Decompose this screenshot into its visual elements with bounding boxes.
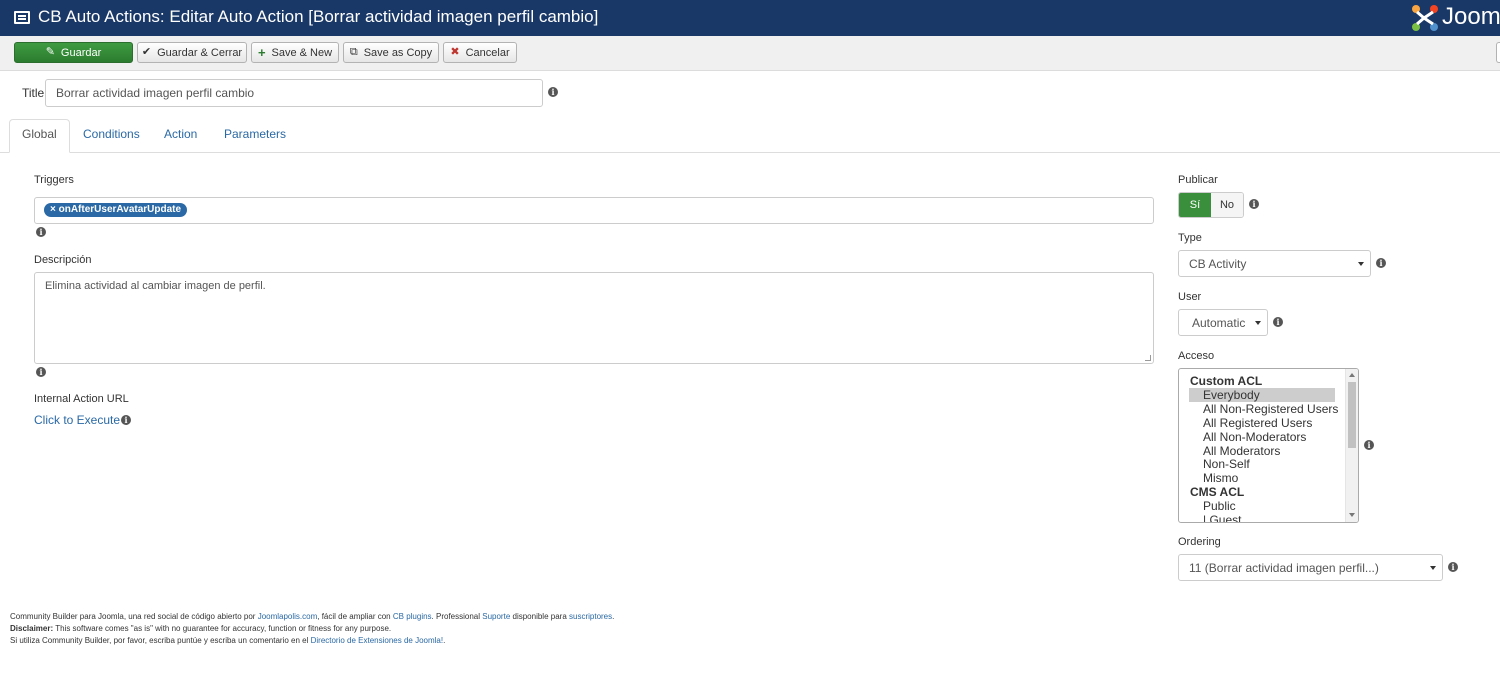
footer-text: , fácil de ampliar con	[317, 612, 393, 621]
tab-conditions[interactable]: Conditions	[83, 127, 140, 141]
save-button-label: Guardar	[60, 46, 102, 59]
chevron-down-icon	[1358, 261, 1364, 266]
info-icon: i	[36, 367, 46, 377]
list-icon	[14, 11, 30, 24]
footer-text: disponible para	[510, 612, 569, 621]
description-label: Descripción	[34, 254, 92, 266]
footer: Community Builder para Joomla, una red s…	[10, 611, 614, 647]
info-icon: i	[1448, 562, 1458, 572]
joomla-logo-icon	[1412, 5, 1438, 31]
save-button[interactable]: ✎ Guardar	[14, 42, 133, 63]
description-value: Elimina actividad al cambiar imagen de p…	[45, 280, 266, 292]
edit-icon: ✎	[45, 46, 55, 58]
scrollbar-thumb[interactable]	[1348, 382, 1356, 448]
trigger-tag[interactable]: × onAfterUserAvatarUpdate	[44, 203, 188, 217]
type-select-value: CB Activity	[1189, 256, 1247, 271]
access-listbox[interactable]: Custom ACL Everybody All Non-Registered …	[1178, 368, 1359, 523]
access-label: Acceso	[1178, 350, 1215, 362]
footer-text: Si utiliza Community Builder, por favor,…	[10, 636, 311, 645]
user-select-value: Automatic	[1192, 315, 1246, 330]
footer-text: . Professional	[431, 612, 483, 621]
access-option[interactable]: Public	[1189, 499, 1335, 513]
cancel-icon: ✖	[450, 46, 460, 58]
info-icon: i	[1249, 199, 1259, 209]
description-textarea[interactable]: Elimina actividad al cambiar imagen de p…	[34, 272, 1154, 364]
publish-yes-button[interactable]: Sí	[1179, 193, 1211, 217]
subscribers-link[interactable]: suscriptores	[569, 612, 612, 621]
cancel-label: Cancelar	[465, 46, 510, 59]
chevron-down-icon	[1255, 320, 1261, 325]
disclaimer-label: Disclaimer:	[10, 624, 54, 633]
tabs-divider	[0, 152, 1500, 153]
support-link[interactable]: Suporte	[482, 612, 510, 621]
tab-parameters[interactable]: Parameters	[224, 127, 286, 141]
header-bar: CB Auto Actions: Editar Auto Action [Bor…	[0, 0, 1500, 36]
ordering-select-value: 11 (Borrar actividad imagen perfil...)	[1189, 560, 1379, 575]
access-option[interactable]: All Non-Registered Users	[1189, 402, 1338, 416]
footer-text: .	[443, 636, 446, 645]
info-icon: i	[36, 227, 46, 237]
resize-handle-icon[interactable]	[1145, 355, 1151, 361]
copy-icon: ⧉	[349, 46, 358, 58]
publish-no-button[interactable]: No	[1211, 193, 1243, 217]
user-select[interactable]: Automatic	[1178, 309, 1268, 336]
info-icon: i	[1273, 317, 1283, 327]
check-icon: ✔	[141, 46, 152, 58]
access-option[interactable]: All Registered Users	[1189, 416, 1335, 430]
footer-line-1: Community Builder para Joomla, una red s…	[10, 611, 614, 623]
scroll-up-icon[interactable]	[1349, 373, 1355, 377]
joomlapolis-link[interactable]: Joomlapolis.com	[258, 612, 318, 621]
execute-link[interactable]: Click to Execute	[34, 413, 120, 427]
cb-plugins-link[interactable]: CB plugins	[393, 612, 432, 621]
tab-action[interactable]: Action	[164, 127, 197, 141]
title-input-value: Borrar actividad imagen perfil cambio	[56, 86, 255, 100]
ordering-label: Ordering	[1178, 536, 1221, 548]
footer-line-2: Disclaimer: This software comes "as is" …	[10, 623, 614, 635]
triggers-input[interactable]	[34, 197, 1154, 224]
tab-global[interactable]: Global	[22, 127, 57, 141]
publish-label: Publicar	[1178, 174, 1218, 186]
save-copy-label: Save as Copy	[363, 46, 433, 59]
toolbar-help-button[interactable]	[1496, 42, 1500, 63]
ordering-select[interactable]: 11 (Borrar actividad imagen perfil...)	[1178, 554, 1443, 581]
info-icon: i	[1364, 440, 1374, 450]
toolbar: ✎ Guardar ✔ Guardar & Cerrar + Save & Ne…	[0, 36, 1500, 71]
save-new-label: Save & New	[271, 46, 333, 59]
access-group-custom: Custom ACL	[1190, 374, 1263, 388]
access-option[interactable]: All Non-Moderators	[1189, 430, 1335, 444]
cancel-button[interactable]: ✖ Cancelar	[443, 42, 517, 63]
publish-toggle: Sí No	[1178, 192, 1244, 218]
type-select[interactable]: CB Activity	[1178, 250, 1371, 277]
footer-text: Community Builder para Joomla, una red s…	[10, 612, 258, 621]
triggers-label: Triggers	[34, 174, 74, 186]
user-label: User	[1178, 291, 1202, 303]
save-copy-button[interactable]: ⧉ Save as Copy	[343, 42, 439, 63]
joomla-directory-link[interactable]: Directorio de Extensiones de Joomla!	[311, 636, 444, 645]
disclaimer-text: This software comes "as is" with no guar…	[53, 624, 392, 633]
access-option[interactable]: | Guest	[1189, 513, 1335, 522]
access-option[interactable]: Non-Self	[1189, 457, 1335, 471]
chevron-down-icon	[1430, 565, 1436, 570]
type-label: Type	[1178, 232, 1202, 244]
internal-url-label: Internal Action URL	[34, 393, 129, 405]
access-option[interactable]: All Moderators	[1189, 444, 1335, 458]
info-icon: i	[121, 415, 131, 425]
plus-icon: +	[257, 45, 266, 60]
page-title: CB Auto Actions: Editar Auto Action [Bor…	[38, 7, 599, 26]
access-group-cms: CMS ACL	[1190, 485, 1245, 499]
save-new-button[interactable]: + Save & New	[251, 42, 339, 63]
info-icon: i	[1376, 258, 1386, 268]
footer-line-3: Si utiliza Community Builder, por favor,…	[10, 635, 614, 647]
save-close-button[interactable]: ✔ Guardar & Cerrar	[137, 42, 247, 63]
info-icon: i	[548, 87, 558, 97]
access-option[interactable]: Everybody	[1189, 388, 1335, 402]
access-option[interactable]: Mismo	[1189, 471, 1335, 485]
title-input[interactable]: Borrar actividad imagen perfil cambio	[45, 79, 543, 107]
joomla-logo-text: Joom	[1442, 3, 1500, 30]
scroll-down-icon[interactable]	[1349, 513, 1355, 517]
footer-text: .	[612, 612, 615, 621]
access-scrollbar[interactable]	[1345, 369, 1358, 522]
save-close-label: Guardar & Cerrar	[157, 46, 243, 59]
title-label: Title	[22, 86, 45, 100]
